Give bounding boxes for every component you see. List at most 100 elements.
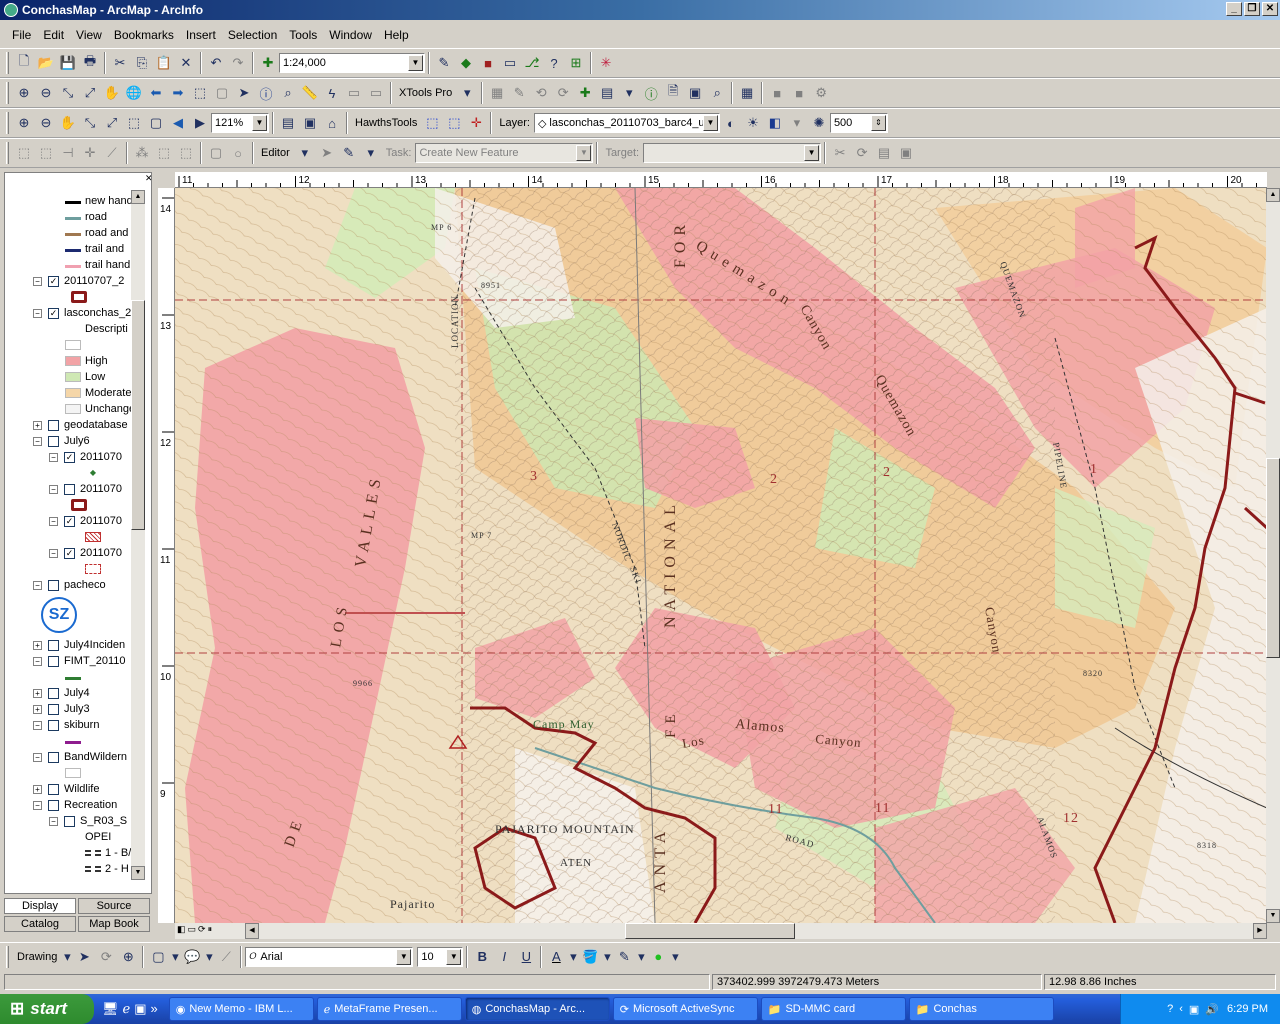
task-conchas[interactable]: 📁 Conchas — [908, 997, 1054, 1021]
select-features-icon[interactable]: ⬚ — [189, 82, 211, 104]
toggle-draft-icon[interactable]: ▤ — [277, 112, 299, 134]
disabled-tool-3-icon[interactable]: ⚙ — [810, 82, 832, 104]
select-elements-icon[interactable]: ➤ — [233, 82, 255, 104]
hawths-tools-menu[interactable]: HawthsTools — [351, 117, 421, 129]
start-button[interactable]: ⊞ start — [0, 994, 94, 1024]
redo-icon[interactable]: ↷ — [227, 52, 249, 74]
spinner-icon[interactable]: ⇕ — [870, 115, 886, 131]
zoom-100-icon[interactable]: ⤢ — [101, 112, 123, 134]
layer-visibility-checkbox[interactable] — [48, 655, 59, 667]
layer-visibility-checkbox[interactable] — [48, 783, 59, 795]
map-scale-combo[interactable]: 1:24,000 ▼ — [279, 53, 425, 73]
toc-layer-item[interactable]: + Wildlife — [33, 781, 99, 797]
refresh-icon[interactable]: ⟳ — [198, 924, 206, 938]
topology-3-icon[interactable]: ⬚ — [175, 142, 197, 164]
fill-color-icon[interactable]: 🪣 — [579, 946, 601, 968]
expand-icon[interactable]: + — [33, 784, 42, 794]
toc-layer-item[interactable]: − ✓ lasconchas_2 — [33, 305, 131, 321]
volume-icon[interactable]: 🔊 — [1205, 1003, 1219, 1016]
edit-pointer-icon[interactable]: ➤ — [316, 142, 338, 164]
chevron-down-icon[interactable]: ▾ — [456, 82, 478, 104]
scroll-thumb[interactable] — [131, 300, 145, 530]
map-hscrollbar[interactable]: ◧ ▭ ⟳ ⏸ ◀ ▶ — [175, 923, 1267, 939]
convert-icon[interactable]: ⟳ — [552, 82, 574, 104]
layer-visibility-checkbox[interactable] — [48, 579, 59, 591]
collapse-icon[interactable]: − — [49, 452, 58, 462]
expand-icon[interactable]: + — [33, 704, 42, 714]
layout-back-icon[interactable]: ◀ — [167, 112, 189, 134]
add-point-icon[interactable]: ✚ — [574, 82, 596, 104]
layer-visibility-checkbox[interactable] — [64, 815, 75, 827]
chevron-down-icon[interactable]: ▼ — [804, 145, 820, 161]
network-icon[interactable]: ▣ — [1189, 1003, 1199, 1016]
layer-visibility-checkbox[interactable] — [48, 719, 59, 731]
one-to-one-icon[interactable]: ▢ — [145, 112, 167, 134]
editor-toolbar-icon[interactable]: ✎ — [433, 52, 455, 74]
grid-icon[interactable]: ▦ — [486, 82, 508, 104]
menu-help[interactable]: Help — [378, 28, 415, 42]
circle-icon[interactable]: ○ — [227, 142, 249, 164]
identify-icon[interactable]: ⓘ — [255, 82, 277, 104]
undo-icon[interactable]: ↶ — [205, 52, 227, 74]
tab-display[interactable]: Display — [4, 898, 76, 914]
desktop-icon[interactable]: 🖥 — [102, 1001, 119, 1017]
chevron-down-icon[interactable]: ▾ — [61, 946, 73, 968]
arccatalog-icon[interactable]: ◆ — [455, 52, 477, 74]
bold-icon[interactable]: B — [471, 946, 493, 968]
toolbar-grip[interactable] — [6, 112, 9, 134]
clear-selection-icon[interactable]: ▢ — [211, 82, 233, 104]
toc-scrollbar[interactable]: ▲ ▼ — [131, 190, 145, 880]
chevron-down-icon[interactable]: ▾ — [669, 946, 681, 968]
change-layout-icon[interactable]: ⌂ — [321, 112, 343, 134]
collapse-icon[interactable]: − — [33, 436, 42, 446]
command-line-icon[interactable]: ▭ — [499, 52, 521, 74]
collapse-icon[interactable]: − — [33, 752, 42, 762]
html-popup-icon[interactable]: ▭ — [343, 82, 365, 104]
chevron-down-icon[interactable]: ▼ — [252, 115, 267, 131]
zoom-to-selected-icon[interactable]: ⊕ — [117, 946, 139, 968]
collapse-icon[interactable]: − — [49, 516, 58, 526]
table-options-icon[interactable]: ▤ — [596, 82, 618, 104]
map-vscrollbar[interactable]: ▲ ▼ — [1266, 188, 1280, 923]
map-tips-icon[interactable]: ⌕ — [706, 82, 728, 104]
rotate-icon[interactable]: ⟳ — [95, 946, 117, 968]
marker-color-icon[interactable]: ● — [647, 946, 669, 968]
minimize-button[interactable]: _ — [1226, 2, 1242, 16]
add-tool-icon[interactable]: ⊞ — [565, 52, 587, 74]
layout-zoom-out-icon[interactable]: ⊖ — [35, 112, 57, 134]
swipe-icon[interactable]: ▾ — [786, 112, 808, 134]
menu-bookmarks[interactable]: Bookmarks — [108, 28, 180, 42]
layout-zoom-in-icon[interactable]: ⊕ — [13, 112, 35, 134]
font-size-combo[interactable]: 10 ▼ — [417, 946, 464, 967]
layer-visibility-checkbox[interactable] — [48, 703, 59, 715]
edit-vertices-icon[interactable]: ⟋ — [215, 946, 237, 968]
chevron-down-icon[interactable]: ▼ — [446, 948, 462, 965]
menu-edit[interactable]: Edit — [37, 28, 70, 42]
select-area-icon[interactable]: ⬚ — [443, 112, 465, 134]
layer-visibility-checkbox[interactable]: ✓ — [64, 547, 75, 559]
menu-insert[interactable]: Insert — [180, 28, 222, 42]
layer-visibility-checkbox[interactable] — [48, 435, 59, 447]
georef-tool-3-icon[interactable]: ⊣ — [57, 142, 79, 164]
toolbar-grip[interactable] — [6, 52, 9, 74]
font-combo[interactable]: 𝑂 Arial ▼ — [245, 946, 414, 967]
paste-icon[interactable]: 📋 — [153, 52, 175, 74]
report-icon[interactable]: 🗎 — [662, 82, 684, 104]
chevron-down-icon[interactable]: ▾ — [567, 946, 579, 968]
pan-hand-icon[interactable]: ✋ — [101, 82, 123, 104]
georef-tool-5-icon[interactable]: ⟋ — [101, 142, 123, 164]
collapse-icon[interactable]: − — [33, 656, 42, 666]
toc-layer-item[interactable]: − July6 — [33, 433, 90, 449]
full-extent-globe-icon[interactable]: 🌐 — [123, 82, 145, 104]
callout-icon[interactable]: 💬 — [181, 946, 203, 968]
scroll-down-icon[interactable]: ▼ — [131, 866, 145, 880]
italic-icon[interactable]: I — [493, 946, 515, 968]
contrast-icon[interactable]: ◐ — [720, 112, 742, 134]
chevron-down-icon[interactable]: ▾ — [294, 142, 316, 164]
expand-icon[interactable]: + — [33, 688, 42, 698]
task-sd-mmc[interactable]: 📁 SD-MMC card — [760, 997, 906, 1021]
task-conchasmap[interactable]: ◍ ConchasMap - Arc... — [464, 997, 610, 1021]
copy-icon[interactable]: ⎘ — [131, 52, 153, 74]
effects-layer-combo[interactable]: ◇ lasconchas_20110703_barc4_u ▼ — [533, 113, 720, 133]
scroll-right-icon[interactable]: ▶ — [1253, 923, 1267, 939]
